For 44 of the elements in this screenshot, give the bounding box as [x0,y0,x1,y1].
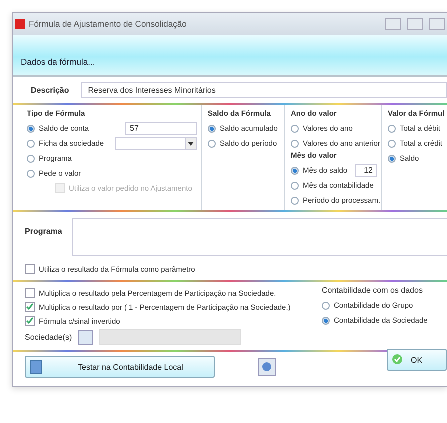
radio-button[interactable] [208,124,216,132]
radio-button[interactable] [291,182,299,190]
checkmark-icon [392,354,403,364]
radio-button[interactable] [27,124,35,132]
picker-button[interactable] [78,330,94,344]
dropdown[interactable] [115,137,197,150]
checkbox[interactable] [25,288,35,298]
circle-icon [262,362,272,372]
account-field[interactable]: 57 [125,122,197,135]
field-label: Descrição [31,86,70,94]
radio-button[interactable] [388,154,396,162]
test-button[interactable]: Testar na Contabilidade Local [25,356,215,378]
radio-button[interactable] [208,140,216,148]
month-field[interactable]: 12 [355,164,377,177]
radio-button[interactable] [322,316,330,324]
window-title: Fórmula de Ajustamento de Consolidação [29,19,188,29]
close-button[interactable] [429,18,445,30]
document-icon [30,360,42,374]
radio-button[interactable] [291,166,299,174]
section-title: Dados da fórmula... [21,57,96,67]
description-field[interactable]: Reserva dos Interesses Minoritários [81,82,447,98]
checkbox[interactable] [25,264,35,274]
radio-button[interactable] [322,302,330,310]
radio-button[interactable] [27,170,35,178]
radio-button[interactable] [27,140,35,148]
radio-button[interactable] [388,140,396,148]
companies-field[interactable] [99,329,242,345]
ok-button[interactable]: OK [387,349,447,371]
toolbar-button[interactable] [258,358,276,376]
radio-button[interactable] [291,196,299,204]
radio-button[interactable] [388,124,396,132]
radio-button[interactable] [291,124,299,132]
app-logo-icon [15,19,25,29]
field-label: Sociedade(s) [25,332,72,342]
checkbox[interactable] [25,316,35,326]
checkbox[interactable] [25,302,35,312]
maximize-button[interactable] [407,18,423,30]
field-label: Programa [25,226,62,238]
radio-button[interactable] [291,140,299,148]
dropdown-arrow-icon [188,142,194,146]
radio-button[interactable] [27,154,35,162]
minimize-button[interactable] [385,18,401,30]
group-title: Contabilidade com os dados [322,286,424,297]
program-field[interactable] [72,218,447,256]
